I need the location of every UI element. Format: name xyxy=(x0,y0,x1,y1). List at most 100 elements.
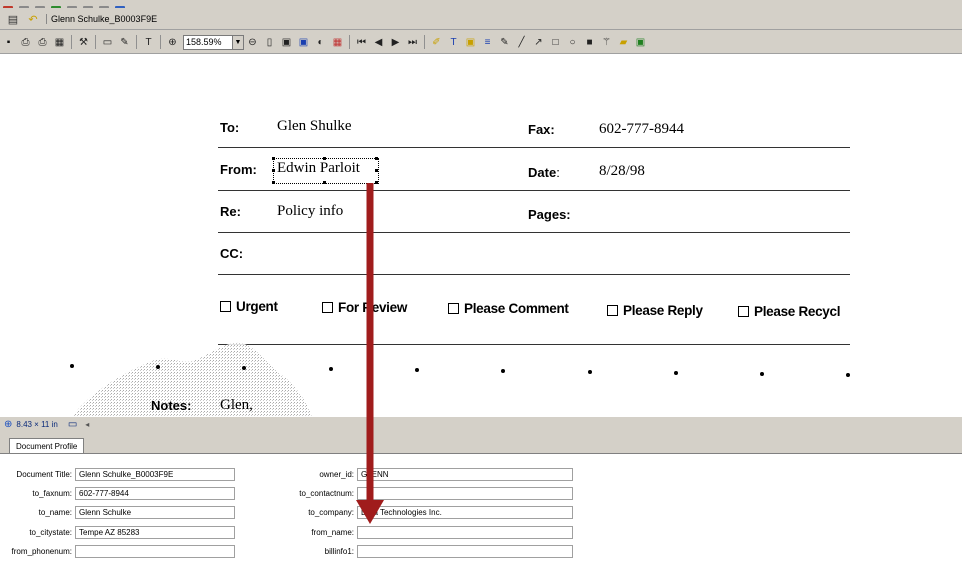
dot xyxy=(674,371,678,375)
fax-label: Fax: xyxy=(528,122,555,137)
toolbar-icon[interactable] xyxy=(83,6,93,8)
scan-icon[interactable]: ▦ xyxy=(53,35,66,49)
fit-height-icon[interactable]: ▣ xyxy=(297,35,310,49)
stamp-icon[interactable]: ≡ xyxy=(481,35,494,49)
line-icon[interactable]: ╱ xyxy=(515,35,528,49)
selection-handle[interactable] xyxy=(272,181,275,184)
first-page-icon[interactable]: ⏮ xyxy=(355,35,368,49)
filled-rectangle-icon[interactable]: ■ xyxy=(583,35,596,49)
open-folder-icon[interactable]: ▰ xyxy=(617,35,630,49)
to-value: Glen Shulke xyxy=(277,118,352,134)
re-label: Re: xyxy=(220,204,241,219)
image-icon[interactable]: ▣ xyxy=(634,35,647,49)
selection-handle[interactable] xyxy=(375,169,378,172)
zoom-out-icon[interactable]: ⊖ xyxy=(246,35,259,49)
document-bar: ▤ ↶ Glenn Schulke_B0003F9E xyxy=(0,9,962,30)
selection-handle[interactable] xyxy=(272,169,275,172)
selection-handle[interactable] xyxy=(272,157,275,160)
rectangle-icon[interactable]: □ xyxy=(549,35,562,49)
document-title-input[interactable]: Glenn Schulke_B0003F9E xyxy=(75,468,235,481)
selection-handle[interactable] xyxy=(323,181,326,184)
field-to-name: to_name: Glenn Schulke xyxy=(6,506,235,519)
zoom-in-icon[interactable]: ⊕ xyxy=(166,35,179,49)
to-faxnum-input[interactable]: 602-777-8944 xyxy=(75,487,235,500)
panel-tabstrip xyxy=(0,432,962,454)
divider xyxy=(218,344,850,345)
checkbox-square xyxy=(607,305,618,316)
magic-wand-icon[interactable]: ⚚ xyxy=(600,35,613,49)
toolbar-icon[interactable] xyxy=(115,6,125,8)
monitor-icon[interactable]: ▭ xyxy=(68,419,77,430)
zoom-input[interactable]: 158.59% xyxy=(183,34,233,50)
last-page-icon[interactable]: ⏭ xyxy=(406,35,419,49)
field-label: to_company: xyxy=(308,508,354,517)
field-label: owner_id: xyxy=(319,470,354,479)
fax-value: 602-777-8944 xyxy=(599,121,684,137)
date-value: 8/28/98 xyxy=(599,163,645,179)
to-contactnum-input[interactable] xyxy=(357,487,573,500)
checkbox-label: For Review xyxy=(338,300,408,315)
print-preview-icon[interactable]: ⎙ xyxy=(36,35,49,49)
document-viewer[interactable]: To: Glen Shulke Fax: 602-777-8944 From: … xyxy=(0,54,962,416)
contrast-icon[interactable]: ◐ xyxy=(314,35,327,49)
dot xyxy=(329,367,333,371)
app-icon[interactable] xyxy=(3,6,13,8)
text-icon[interactable]: T xyxy=(142,35,155,49)
save-icon[interactable]: ▪ xyxy=(2,35,15,49)
text-annotation-icon[interactable]: T xyxy=(447,35,460,49)
checkbox-urgent: Urgent xyxy=(220,299,278,314)
document-properties-icon[interactable]: ▤ xyxy=(6,12,20,26)
selection-handle[interactable] xyxy=(323,157,326,160)
from-phonenum-input[interactable] xyxy=(75,545,235,558)
pen-icon[interactable]: ✎ xyxy=(498,35,511,49)
dot xyxy=(588,370,592,374)
thumbnails-icon[interactable]: ▦ xyxy=(331,35,344,49)
toolbar-icon[interactable] xyxy=(19,6,29,8)
checkbox-for-review: For Review xyxy=(322,300,407,315)
tools-icon[interactable]: ⚒ xyxy=(77,35,90,49)
field-to-contactnum: to_contactnum: xyxy=(290,487,573,500)
page-size: 8.43 × 11 in xyxy=(16,420,58,429)
selection-box[interactable] xyxy=(273,158,379,184)
toolbar-icon[interactable] xyxy=(99,6,109,8)
eraser-icon[interactable]: ✎ xyxy=(118,35,131,49)
toolbar-separator xyxy=(71,35,72,49)
toolbar-separator xyxy=(424,35,425,49)
scroll-left-icon[interactable]: ◂ xyxy=(85,420,89,429)
print-icon[interactable]: ⎙ xyxy=(19,35,32,49)
selection-handle[interactable] xyxy=(375,181,378,184)
from-name-input[interactable] xyxy=(357,526,573,539)
previous-page-icon[interactable]: ◀ xyxy=(372,35,385,49)
to-citystate-input[interactable]: Tempe AZ 85283 xyxy=(75,526,235,539)
page-icon[interactable]: ▭ xyxy=(101,35,114,49)
sticky-note-icon[interactable]: ▣ xyxy=(464,35,477,49)
toolbar-icon[interactable] xyxy=(67,6,77,8)
toolbar-icon[interactable] xyxy=(51,6,61,8)
notes-value: Glen, xyxy=(220,397,253,413)
zoom-dropdown-icon[interactable]: ▼ xyxy=(233,34,244,50)
document-name: Glenn Schulke_B0003F9E xyxy=(46,14,157,24)
arrow-tool-icon[interactable]: ↗ xyxy=(532,35,545,49)
owner-id-input[interactable]: GLENN xyxy=(357,468,573,481)
to-label: To: xyxy=(220,120,240,135)
dot xyxy=(501,369,505,373)
scan-smudge xyxy=(72,342,312,416)
toolbar-separator xyxy=(136,35,137,49)
fit-width-icon[interactable]: ▣ xyxy=(280,35,293,49)
toolbar-icon[interactable] xyxy=(35,6,45,8)
highlighter-icon[interactable]: ✐ xyxy=(430,35,443,49)
billinfo1-input[interactable] xyxy=(357,545,573,558)
to-name-input[interactable]: Glenn Schulke xyxy=(75,506,235,519)
dot xyxy=(70,364,74,368)
tab-document-profile[interactable]: Document Profile xyxy=(9,438,85,454)
ellipse-icon[interactable]: ○ xyxy=(566,35,579,49)
checkbox-label: Please Reply xyxy=(623,303,703,318)
to-company-input[interactable]: Data Technologies Inc. xyxy=(357,506,573,519)
next-page-icon[interactable]: ▶ xyxy=(389,35,402,49)
selection-handle[interactable] xyxy=(375,157,378,160)
divider xyxy=(218,274,850,275)
field-to-citystate: to_citystate: Tempe AZ 85283 xyxy=(6,526,235,539)
page-nav-icon[interactable]: ⊕ xyxy=(4,419,12,430)
fit-page-icon[interactable]: ▯ xyxy=(263,35,276,49)
back-arrow-icon[interactable]: ↶ xyxy=(26,12,40,26)
